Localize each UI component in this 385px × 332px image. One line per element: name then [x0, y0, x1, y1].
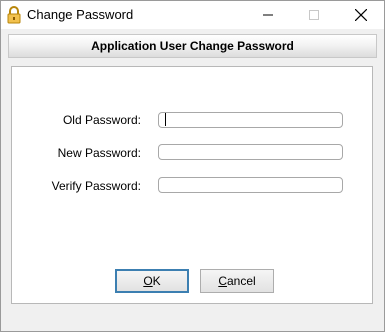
ok-button[interactable]: OK: [115, 269, 189, 293]
minimize-button[interactable]: [245, 1, 291, 29]
change-password-window: Change Password Application User Change …: [0, 0, 385, 332]
verify-password-label: Verify Password:: [51, 179, 141, 193]
minimize-icon: [263, 14, 273, 16]
text-caret: [165, 113, 166, 126]
verify-password-field[interactable]: [158, 177, 343, 193]
new-password-label: New Password:: [57, 146, 141, 160]
close-button[interactable]: [338, 1, 384, 29]
maximize-button: [291, 1, 337, 29]
dialog-header: Application User Change Password: [8, 34, 377, 58]
old-password-field[interactable]: [158, 112, 343, 128]
window-title: Change Password: [27, 7, 134, 22]
cancel-button[interactable]: Cancel: [200, 269, 274, 293]
dialog-header-title: Application User Change Password: [91, 39, 294, 53]
close-icon: [355, 9, 367, 21]
maximize-icon: [309, 10, 319, 20]
lock-icon: [6, 6, 22, 24]
new-password-field[interactable]: [158, 144, 343, 160]
old-password-label: Old Password:: [62, 113, 141, 127]
title-bar[interactable]: Change Password: [1, 1, 384, 29]
